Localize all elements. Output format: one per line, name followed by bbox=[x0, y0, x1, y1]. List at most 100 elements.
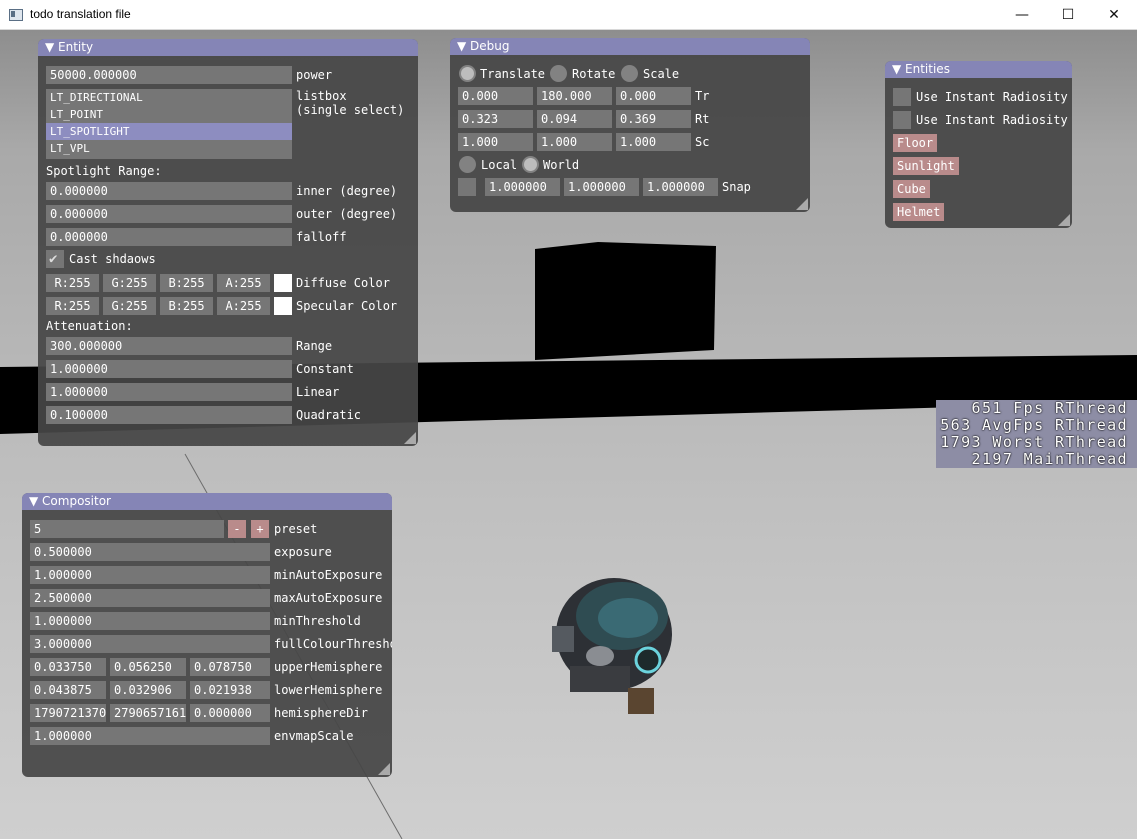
worst-stat: 1793 Worst RThread bbox=[940, 433, 1128, 451]
sunlight-button[interactable]: Sunlight bbox=[893, 157, 959, 175]
hemisphere-dir-label: hemisphereDir bbox=[274, 706, 368, 720]
resize-grip[interactable] bbox=[796, 198, 808, 210]
entities-panel-header[interactable]: ▼ Entities bbox=[885, 61, 1072, 78]
tr-x-field[interactable]: 0.000 bbox=[458, 87, 533, 105]
list-item[interactable]: LT_POINT bbox=[46, 106, 292, 123]
resize-grip[interactable] bbox=[404, 432, 416, 444]
upper-hemisphere-label: upperHemisphere bbox=[274, 660, 383, 674]
compositor-panel: ▼ Compositor 5 - + preset 0.500000 expos… bbox=[22, 493, 392, 777]
debug-panel: ▼ Debug Translate Rotate Scale 0.000 180… bbox=[450, 38, 810, 212]
sc-x-field[interactable]: 1.000 bbox=[458, 133, 533, 151]
radiosity-checkbox-2[interactable] bbox=[893, 111, 911, 129]
stats-overlay: 651 Fps RThread 563 AvgFps RThread 1793 … bbox=[936, 399, 1137, 468]
hemisphere-dir-y-field[interactable]: 27906571613 bbox=[110, 704, 186, 722]
preset-field[interactable]: 5 bbox=[30, 520, 224, 538]
upper-hemisphere-b-field[interactable]: 0.078750 bbox=[190, 658, 270, 676]
linear-field[interactable]: 1.000000 bbox=[46, 383, 292, 401]
debug-panel-header[interactable]: ▼ Debug bbox=[450, 38, 810, 55]
rt-z-field[interactable]: 0.369 bbox=[616, 110, 691, 128]
radiosity-checkbox-1[interactable] bbox=[893, 88, 911, 106]
exposure-field[interactable]: 0.500000 bbox=[30, 543, 270, 561]
constant-field[interactable]: 1.000000 bbox=[46, 360, 292, 378]
resize-grip[interactable] bbox=[1058, 214, 1070, 226]
translate-radio[interactable] bbox=[459, 65, 476, 82]
diffuse-b-field[interactable]: B:255 bbox=[160, 274, 213, 292]
list-item[interactable]: LT_DIRECTIONAL bbox=[46, 89, 292, 106]
scale-radio[interactable] bbox=[621, 65, 638, 82]
cube-button[interactable]: Cube bbox=[893, 180, 930, 198]
envmap-scale-field[interactable]: 1.000000 bbox=[30, 727, 270, 745]
upper-hemisphere-g-field[interactable]: 0.056250 bbox=[110, 658, 186, 676]
falloff-label: falloff bbox=[296, 230, 347, 244]
rotate-radio[interactable] bbox=[550, 65, 567, 82]
listbox-label-2: (single select) bbox=[296, 103, 405, 117]
quadratic-field[interactable]: 0.100000 bbox=[46, 406, 292, 424]
snap-z-field[interactable]: 1.000000 bbox=[643, 178, 718, 196]
quadratic-label: Quadratic bbox=[296, 408, 362, 422]
window-title: todo translation file bbox=[30, 7, 131, 21]
title-bar: todo translation file — ☐ ✕ bbox=[0, 0, 1137, 30]
list-item-selected[interactable]: LT_SPOTLIGHT bbox=[46, 123, 292, 140]
max-auto-exposure-field[interactable]: 2.500000 bbox=[30, 589, 270, 607]
full-colour-threshold-field[interactable]: 3.000000 bbox=[30, 635, 270, 653]
translate-label: Translate bbox=[480, 67, 546, 81]
diffuse-g-field[interactable]: G:255 bbox=[103, 274, 156, 292]
snap-x-field[interactable]: 1.000000 bbox=[485, 178, 560, 196]
close-button[interactable]: ✕ bbox=[1091, 0, 1137, 30]
specular-color-swatch[interactable] bbox=[274, 297, 292, 315]
upper-hemisphere-r-field[interactable]: 0.033750 bbox=[30, 658, 106, 676]
list-item[interactable]: LT_VPL bbox=[46, 140, 292, 157]
rt-x-field[interactable]: 0.323 bbox=[458, 110, 533, 128]
spotlight-heading: Spotlight Range: bbox=[46, 164, 162, 178]
rotate-label: Rotate bbox=[572, 67, 616, 81]
hemisphere-dir-z-field[interactable]: 0.000000 bbox=[190, 704, 270, 722]
world-radio[interactable] bbox=[522, 156, 539, 173]
min-threshold-field[interactable]: 1.000000 bbox=[30, 612, 270, 630]
lower-hemisphere-label: lowerHemisphere bbox=[274, 683, 383, 697]
scale-label: Scale bbox=[643, 67, 680, 81]
tr-z-field[interactable]: 0.000 bbox=[616, 87, 691, 105]
exposure-label: exposure bbox=[274, 545, 332, 559]
cast-shadows-checkbox[interactable]: ✔ bbox=[46, 250, 64, 268]
helmet-button[interactable]: Helmet bbox=[893, 203, 945, 221]
specular-a-field[interactable]: A:255 bbox=[217, 297, 270, 315]
floor-button[interactable]: Floor bbox=[893, 134, 938, 152]
tr-y-field[interactable]: 180.000 bbox=[537, 87, 612, 105]
minimize-button[interactable]: — bbox=[999, 0, 1045, 30]
lower-hemisphere-b-field[interactable]: 0.021938 bbox=[190, 681, 270, 699]
specular-b-field[interactable]: B:255 bbox=[160, 297, 213, 315]
lower-hemisphere-r-field[interactable]: 0.043875 bbox=[30, 681, 106, 699]
preset-minus-button[interactable]: - bbox=[228, 520, 246, 538]
light-type-listbox[interactable]: LT_DIRECTIONAL LT_POINT LT_SPOTLIGHT LT_… bbox=[46, 89, 292, 159]
falloff-field[interactable]: 0.000000 bbox=[46, 228, 292, 246]
lower-hemisphere-g-field[interactable]: 0.032906 bbox=[110, 681, 186, 699]
compositor-panel-header[interactable]: ▼ Compositor bbox=[22, 493, 392, 510]
listbox-label: listbox bbox=[296, 89, 347, 103]
inner-field[interactable]: 0.000000 bbox=[46, 182, 292, 200]
entities-panel: ▼ Entities Use Instant Radiosity Use Ins… bbox=[885, 61, 1072, 228]
power-field[interactable]: 50000.000000 bbox=[46, 66, 292, 84]
specular-r-field[interactable]: R:255 bbox=[46, 297, 99, 315]
maximize-button[interactable]: ☐ bbox=[1045, 0, 1091, 30]
range-field[interactable]: 300.000000 bbox=[46, 337, 292, 355]
hemisphere-dir-x-field[interactable]: 17907213703 bbox=[30, 704, 106, 722]
snap-y-field[interactable]: 1.000000 bbox=[564, 178, 639, 196]
sc-y-field[interactable]: 1.000 bbox=[537, 133, 612, 151]
diffuse-color-label: Diffuse Color bbox=[296, 276, 390, 290]
local-label: Local bbox=[481, 158, 518, 172]
rt-y-field[interactable]: 0.094 bbox=[537, 110, 612, 128]
sc-z-field[interactable]: 1.000 bbox=[616, 133, 691, 151]
snap-checkbox[interactable] bbox=[458, 178, 476, 196]
specular-g-field[interactable]: G:255 bbox=[103, 297, 156, 315]
outer-field[interactable]: 0.000000 bbox=[46, 205, 292, 223]
min-auto-exposure-field[interactable]: 1.000000 bbox=[30, 566, 270, 584]
entity-panel-header[interactable]: ▼ Entity bbox=[38, 39, 418, 56]
preset-label: preset bbox=[274, 522, 318, 536]
local-radio[interactable] bbox=[459, 156, 476, 173]
resize-grip[interactable] bbox=[378, 763, 390, 775]
diffuse-a-field[interactable]: A:255 bbox=[217, 274, 270, 292]
diffuse-r-field[interactable]: R:255 bbox=[46, 274, 99, 292]
preset-plus-button[interactable]: + bbox=[251, 520, 269, 538]
main-thread-stat: 2197 MainThread bbox=[971, 450, 1128, 468]
diffuse-color-swatch[interactable] bbox=[274, 274, 292, 292]
